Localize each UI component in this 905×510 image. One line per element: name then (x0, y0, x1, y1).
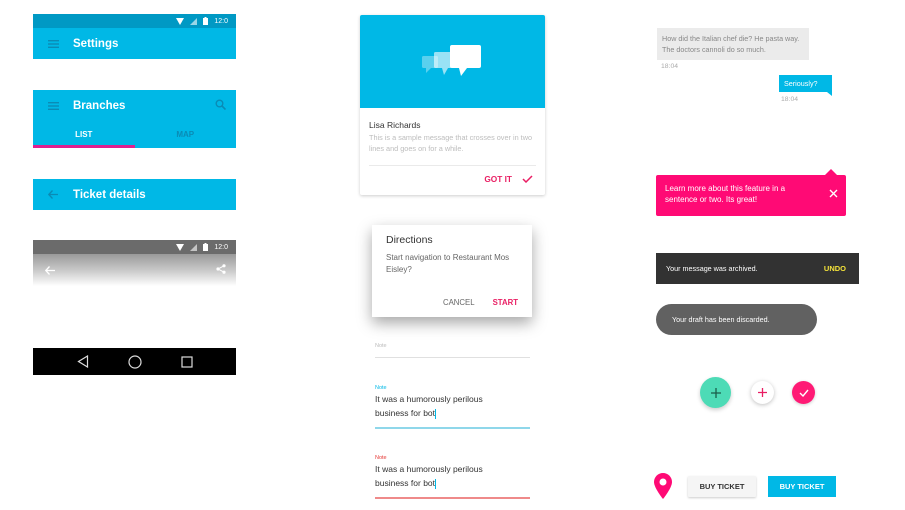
search-icon[interactable] (215, 97, 227, 115)
card-media (360, 15, 545, 108)
text-caret (435, 408, 437, 419)
fab-add-large[interactable] (700, 377, 731, 408)
tab-list[interactable]: LIST (33, 121, 135, 148)
field-value-line2: business for bot (375, 478, 436, 488)
chat-bubble-outgoing: Seriously? (779, 75, 832, 96)
map-pin-icon (654, 473, 672, 505)
arrow-back-icon[interactable] (33, 265, 66, 275)
back-triangle-icon[interactable] (76, 355, 89, 368)
appbar-title: Branches (73, 99, 126, 112)
battery-icon (203, 17, 209, 25)
transparent-appbar: 12:0 (33, 240, 236, 286)
field-underline-focused (375, 427, 530, 429)
field-value-line1: It was a humorously perilous (375, 464, 483, 474)
status-time: 12:0 (214, 243, 228, 251)
plus-icon (710, 387, 721, 398)
status-bar: 12:0 (33, 240, 236, 254)
snackbar-text: Your message was archived. (666, 264, 758, 273)
field-value-line2: business for bot (375, 408, 436, 418)
system-nav-bar (33, 348, 236, 375)
appbar-title: Settings (73, 37, 119, 50)
share-icon[interactable] (216, 261, 226, 279)
buy-ticket-button-raised[interactable]: BUY TICKET (768, 476, 836, 497)
snackbar: Your message was archived. UNDO (656, 253, 859, 284)
start-button[interactable]: START (493, 298, 518, 307)
fab-done-mini[interactable] (792, 381, 815, 404)
chat-bubbles-icon (421, 44, 481, 76)
chat-time-outgoing: 18:04 (781, 96, 799, 103)
note-field-error[interactable]: Note It was a humorously perilous busine… (375, 455, 530, 499)
toast-text: Your draft has been discarded. (672, 315, 770, 324)
appbar-title: Ticket details (73, 188, 146, 201)
branches-appbar: Branches LIST MAP (33, 90, 236, 148)
tab-map[interactable]: MAP (135, 121, 237, 148)
fab-add-mini[interactable] (751, 381, 774, 404)
cancel-button[interactable]: CANCEL (443, 298, 475, 307)
field-underline-error (375, 497, 530, 499)
menu-icon[interactable] (33, 39, 73, 48)
settings-appbar: 12:0 Settings (33, 14, 236, 59)
signal-icon (190, 17, 198, 25)
dialog-title: Directions (386, 234, 433, 246)
check-icon (522, 175, 533, 183)
message-card: Lisa Richards This is a sample message t… (360, 15, 545, 195)
wifi-icon (176, 17, 185, 25)
dialog-text: Start navigation to Restaurant Mos Eisle… (386, 253, 510, 274)
battery-icon (203, 243, 209, 251)
signal-icon (190, 243, 198, 251)
wifi-icon (176, 243, 185, 251)
field-underline (375, 357, 530, 358)
buy-ticket-button-flat[interactable]: BUY TICKET (688, 476, 756, 497)
ticket-details-appbar: Ticket details (33, 179, 236, 210)
card-title: Lisa Richards (369, 120, 421, 130)
got-it-button[interactable]: GOT IT (360, 166, 545, 184)
toast: Your draft has been discarded. (656, 304, 817, 335)
note-field-empty[interactable]: Note (375, 343, 530, 358)
status-bar: 12:0 (33, 14, 236, 28)
tab-indicator (33, 145, 135, 148)
directions-dialog: Directions Start navigation to Restauran… (372, 225, 532, 317)
field-placeholder: Note (375, 343, 387, 349)
card-text: This is a sample message that crosses ov… (369, 133, 533, 153)
arrow-back-icon[interactable] (33, 190, 73, 199)
chat-bubble-incoming: How did the Italian chef die? He pasta w… (657, 28, 809, 60)
plus-icon (758, 388, 767, 397)
field-label: Note (375, 385, 387, 391)
check-icon (799, 389, 809, 397)
feature-tooltip: Learn more about this feature in a sente… (656, 169, 846, 216)
field-value-line1: It was a humorously perilous (375, 394, 483, 404)
status-time: 12:0 (214, 17, 228, 25)
chat-time-incoming: 18:04 (661, 63, 679, 70)
close-icon[interactable] (829, 189, 838, 201)
recents-square-icon[interactable] (180, 355, 193, 368)
home-circle-icon[interactable] (127, 354, 142, 369)
tooltip-text: Learn more about this feature in a sente… (665, 184, 786, 204)
note-field-focused[interactable]: Note It was a humorously perilous busine… (375, 385, 530, 429)
field-label-error: Note (375, 455, 387, 461)
undo-button[interactable]: UNDO (824, 264, 846, 273)
tab-bar: LIST MAP (33, 121, 236, 148)
got-it-label: GOT IT (484, 174, 512, 184)
menu-icon[interactable] (33, 101, 73, 110)
text-caret (435, 478, 437, 489)
